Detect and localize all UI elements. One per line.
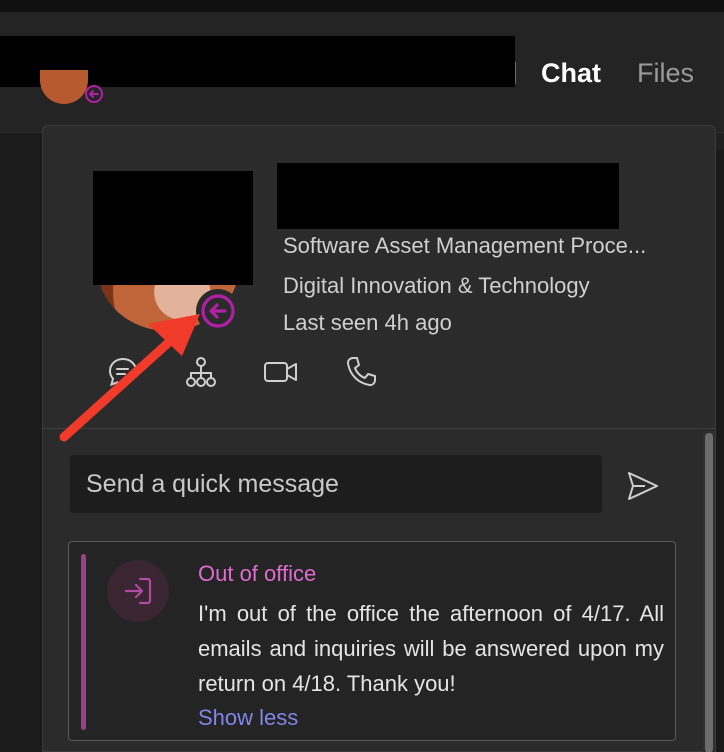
conversation-background [0,133,42,752]
out-of-office-message: I'm out of the office the afternoon of 4… [198,601,664,696]
header-status-ooo-icon [85,85,103,103]
sign-in-arrow-icon [124,577,152,605]
profile-avatar[interactable] [93,171,253,333]
last-seen-status: Last seen 4h ago [283,310,452,335]
title-bar [0,0,724,12]
out-of-office-badge [107,560,169,622]
profile-card-scrollbar[interactable] [703,431,715,752]
video-call-button[interactable] [261,352,301,392]
video-call-icon [264,362,297,382]
quick-message-input[interactable] [70,455,602,513]
org-chart-icon [186,357,216,387]
send-button[interactable] [623,466,663,506]
out-of-office-accent-bar [81,554,86,730]
chat-icon [108,357,138,387]
chat-button[interactable] [103,352,143,392]
tab-files[interactable]: Files [637,58,694,89]
out-of-office-status-icon [201,294,235,328]
tab-chat[interactable]: Chat [541,58,601,89]
profile-card-header: Software Asset Management Proce... Digit… [43,126,715,429]
redacted-avatar-area [93,171,253,285]
teams-window: Chat Files Software Asset Management Pro… [0,0,724,752]
audio-call-button[interactable] [341,352,381,392]
job-title: Software Asset Management Proce... [283,233,647,258]
quick-message-box [70,455,602,513]
redacted-full-name [277,163,619,229]
out-of-office-panel: Out of office I'm out of the office the … [68,541,676,741]
scrollbar-thumb[interactable] [705,433,713,752]
presence-badge [196,289,240,333]
department: Digital Innovation & Technology [283,273,590,298]
phone-call-icon [346,357,376,387]
header-divider [515,62,516,84]
send-icon [628,472,658,500]
show-less-link[interactable]: Show less [198,705,298,731]
org-chart-button[interactable] [181,352,221,392]
right-edge-panel [716,150,724,752]
profile-card: Software Asset Management Proce... Digit… [42,125,716,752]
out-of-office-title: Out of office [198,561,317,586]
